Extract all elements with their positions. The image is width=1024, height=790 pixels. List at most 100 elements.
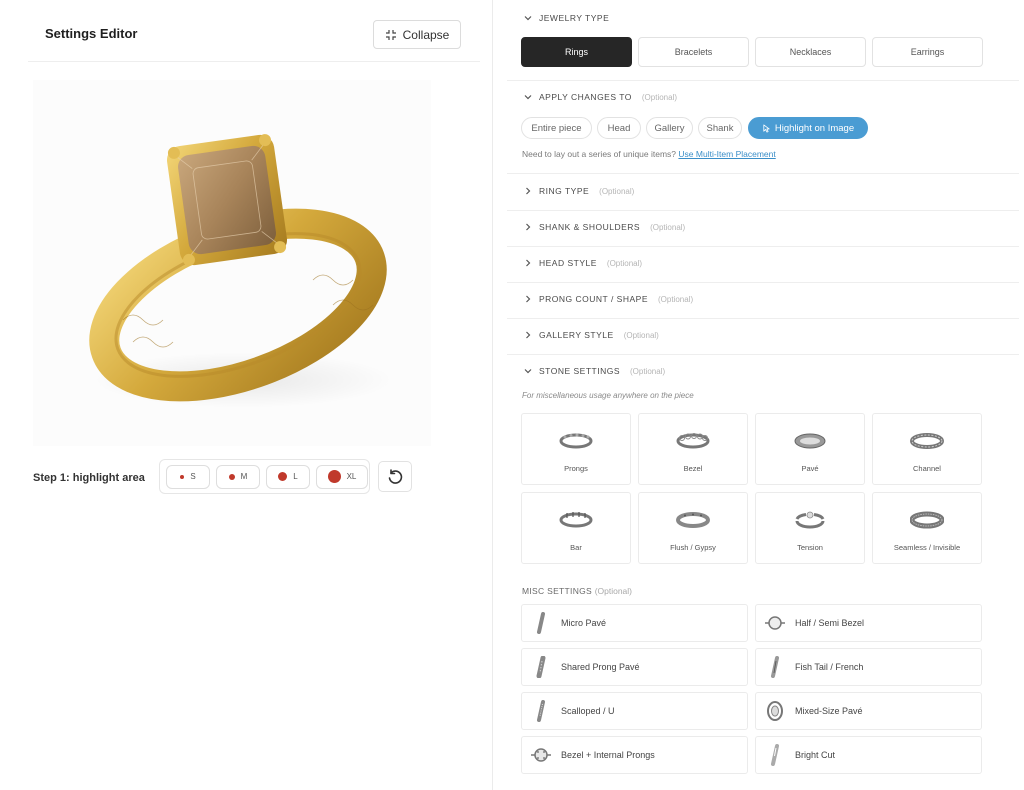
card-label: Channel [913,464,941,473]
section-title: APPLY CHANGES TO [539,92,632,102]
card-label: Fish Tail / French [795,662,864,672]
misc-mixed-size-pave-card[interactable]: Mixed-Size Pavé [755,692,982,730]
optional-tag: (Optional) [599,186,635,196]
highlight-label: Highlight on Image [774,122,855,134]
brush-dot-icon [180,474,185,479]
section-divider [507,246,1019,247]
card-label: Micro Pavé [561,618,607,628]
brush-dot-icon [228,473,235,480]
brush-size-l-button[interactable]: L [266,464,310,489]
misc-bezel-internal-prongs-card[interactable]: Bezel + Internal Prongs [521,736,748,774]
bezel-band-icon [676,433,710,449]
brush-size-m-button[interactable]: M [216,464,260,489]
hint-text: Need to lay out a series of unique items… [522,149,677,159]
section-stone-settings-header[interactable]: STONE SETTINGS (Optional) [523,366,665,376]
apply-entire-piece-pill[interactable]: Entire piece [521,117,592,139]
jewelry-type-necklaces-button[interactable]: Necklaces [755,37,866,67]
optional-tag: (Optional) [630,366,666,376]
apply-gallery-pill[interactable]: Gallery [646,117,693,139]
misc-settings-header: MISC SETTINGS (Optional) [522,586,632,596]
brush-dot-icon [278,472,288,481]
optional-tag: (Optional) [641,92,678,102]
flush-band-icon [676,512,710,528]
stone-setting-pave-card[interactable]: Pavé [755,413,865,485]
undo-icon [388,468,403,484]
optional-tag: (Optional) [658,294,694,304]
misc-half-semi-bezel-card[interactable]: Half / Semi Bezel [755,604,982,642]
section-shank-shoulders-header[interactable]: SHANK & SHOULDERS (Optional) [523,222,685,232]
chevron-down-icon [524,16,532,21]
reset-button[interactable] [378,461,412,492]
stone-setting-tension-card[interactable]: Tension [755,492,865,564]
stone-setting-prongs-card[interactable]: Prongs [521,413,631,485]
section-prong-count-header[interactable]: PRONG COUNT / SHAPE (Optional) [523,294,693,304]
settings-panel: JEWELRY TYPE Rings Bracelets Necklaces E… [493,0,1024,790]
misc-shared-prong-pave-card[interactable]: Shared Prong Pavé [521,648,748,686]
optional-tag: (Optional) [623,330,659,340]
stone-setting-seamless-card[interactable]: Seamless / Invisible [872,492,982,564]
jewelry-type-bracelets-button[interactable]: Bracelets [638,37,749,67]
section-divider [507,282,1019,283]
optional-tag: (Optional) [606,258,643,268]
channel-band-icon [910,433,944,449]
section-jewelry-type-header[interactable]: JEWELRY TYPE [523,13,609,23]
card-label: Prongs [564,464,588,473]
collapse-icon [385,29,396,40]
brush-size-s-button[interactable]: S [166,464,210,489]
apply-head-pill[interactable]: Head [597,117,641,139]
card-label: Tension [797,543,823,552]
section-divider [507,318,1019,319]
stone-setting-bar-card[interactable]: Bar [521,492,631,564]
brush-size-label: S [190,472,196,481]
section-title: GALLERY STYLE [539,330,614,340]
section-ring-type-header[interactable]: RING TYPE (Optional) [523,186,634,196]
card-label: Bezel [683,464,703,473]
card-label: Mixed-Size Pavé [795,706,863,716]
highlight-on-image-button[interactable]: Highlight on Image [748,117,868,139]
header-divider [28,61,480,62]
fish-tail-icon [764,656,786,678]
section-head-style-header[interactable]: HEAD STYLE (Optional) [523,258,642,268]
section-divider [507,80,1019,81]
optional-tag: (Optional) [594,586,633,596]
cursor-icon [763,123,770,133]
stone-setting-channel-card[interactable]: Channel [872,413,982,485]
apply-shank-pill[interactable]: Shank [698,117,742,139]
chevron-right-icon [526,331,531,339]
stone-setting-flush-gypsy-card[interactable]: Flush / Gypsy [638,492,748,564]
misc-fish-tail-french-card[interactable]: Fish Tail / French [755,648,982,686]
jewelry-type-rings-button[interactable]: Rings [521,37,632,67]
chevron-right-icon [526,223,531,231]
prong-band-icon [559,433,593,449]
half-bezel-icon [764,612,786,634]
section-title: RING TYPE [539,186,590,196]
card-label: Bright Cut [795,750,836,760]
brush-size-label: L [293,472,298,481]
bright-cut-icon [764,744,786,766]
jewelry-type-earrings-button[interactable]: Earrings [872,37,983,67]
section-title: PRONG COUNT / SHAPE [539,294,648,304]
section-title: STONE SETTINGS [539,366,620,376]
stone-setting-bezel-card[interactable]: Bezel [638,413,748,485]
chevron-right-icon [526,295,531,303]
tension-ring-icon [795,511,825,529]
misc-scalloped-u-card[interactable]: Scalloped / U [521,692,748,730]
section-title: JEWELRY TYPE [539,13,610,23]
chevron-right-icon [526,259,531,267]
section-apply-changes-header[interactable]: APPLY CHANGES TO (Optional) [523,92,677,102]
stone-settings-note: For miscellaneous usage anywhere on the … [522,391,694,400]
card-label: Scalloped / U [561,706,615,716]
ring-image-canvas[interactable] [33,80,431,446]
multi-item-placement-link[interactable]: Use Multi-Item Placement [678,149,775,159]
section-divider [507,173,1019,174]
collapse-button[interactable]: Collapse [373,20,461,49]
brush-size-xl-button[interactable]: XL [316,464,368,489]
misc-bright-cut-card[interactable]: Bright Cut [755,736,982,774]
pave-band-icon [794,433,826,449]
brush-dot-icon [327,470,341,483]
section-gallery-style-header[interactable]: GALLERY STYLE (Optional) [523,330,659,340]
section-title: SHANK & SHOULDERS [539,222,641,232]
brush-size-label: XL [346,472,357,481]
brush-size-group: S M L XL [159,459,370,494]
misc-micro-pave-card[interactable]: Micro Pavé [521,604,748,642]
